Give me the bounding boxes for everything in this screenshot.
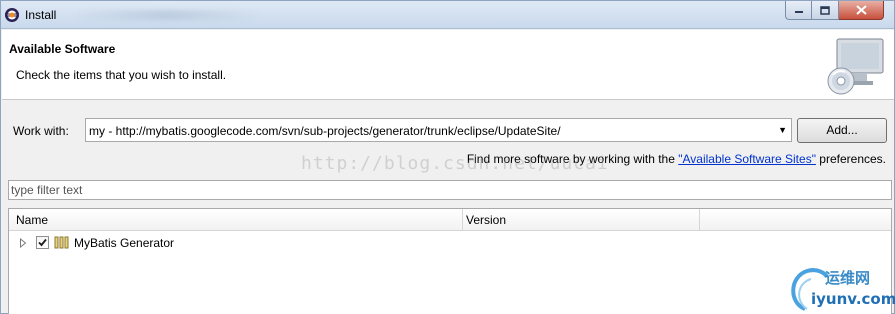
column-version[interactable]: Version [466,213,506,227]
title-blur [71,10,261,20]
table-row[interactable]: MyBatis Generator [9,233,891,253]
column-separator[interactable] [699,209,700,231]
work-with-value: my - http://mybatis.googlecode.com/svn/s… [89,124,561,138]
more-software-suffix: preferences. [819,152,886,166]
column-name[interactable]: Name [16,213,48,227]
title-bar[interactable]: Install [1,1,894,29]
row-checkbox[interactable] [36,236,49,249]
column-separator[interactable] [462,209,463,231]
work-with-combo[interactable]: my - http://mybatis.googlecode.com/svn/s… [85,118,792,142]
feature-group-icon [54,236,69,249]
row-name: MyBatis Generator [74,236,175,250]
install-dialog: Install Available Software Check the ite… [0,0,895,314]
logo-text-en: iyunv.com [811,290,895,308]
dialog-header: Available Software Check the items that … [2,30,894,100]
filter-field[interactable] [8,180,892,200]
dropdown-arrow-icon[interactable]: ▼ [778,125,787,135]
work-with-label: Work with: [13,124,69,138]
minimize-icon [794,11,803,13]
close-icon [855,5,867,15]
window-title: Install [25,8,57,22]
install-cd-monitor-icon [827,38,884,95]
caption-buttons [785,1,884,21]
eclipse-icon [5,8,19,22]
header-title: Available Software [9,42,116,56]
table-header: Name Version [9,209,891,231]
expand-triangle-icon[interactable] [19,238,27,248]
maximize-icon [820,5,830,15]
close-button[interactable] [839,1,884,20]
minimize-button[interactable] [785,1,812,20]
site-logo: 运维网 iyunv.com [787,263,895,313]
more-software-prefix: Find more software by working with the [466,152,675,166]
more-software-line: Find more software by working with the "… [467,152,886,166]
filter-input[interactable] [11,182,881,198]
logo-text-cn: 运维网 [825,269,871,287]
header-description: Check the items that you wish to install… [16,68,227,82]
available-software-sites-link[interactable]: "Available Software Sites" [678,152,816,166]
checkmark-icon [38,238,47,247]
maximize-button[interactable] [812,1,839,20]
software-table: Name Version MyBatis Generator [8,208,892,314]
add-button[interactable]: Add... [797,118,887,143]
